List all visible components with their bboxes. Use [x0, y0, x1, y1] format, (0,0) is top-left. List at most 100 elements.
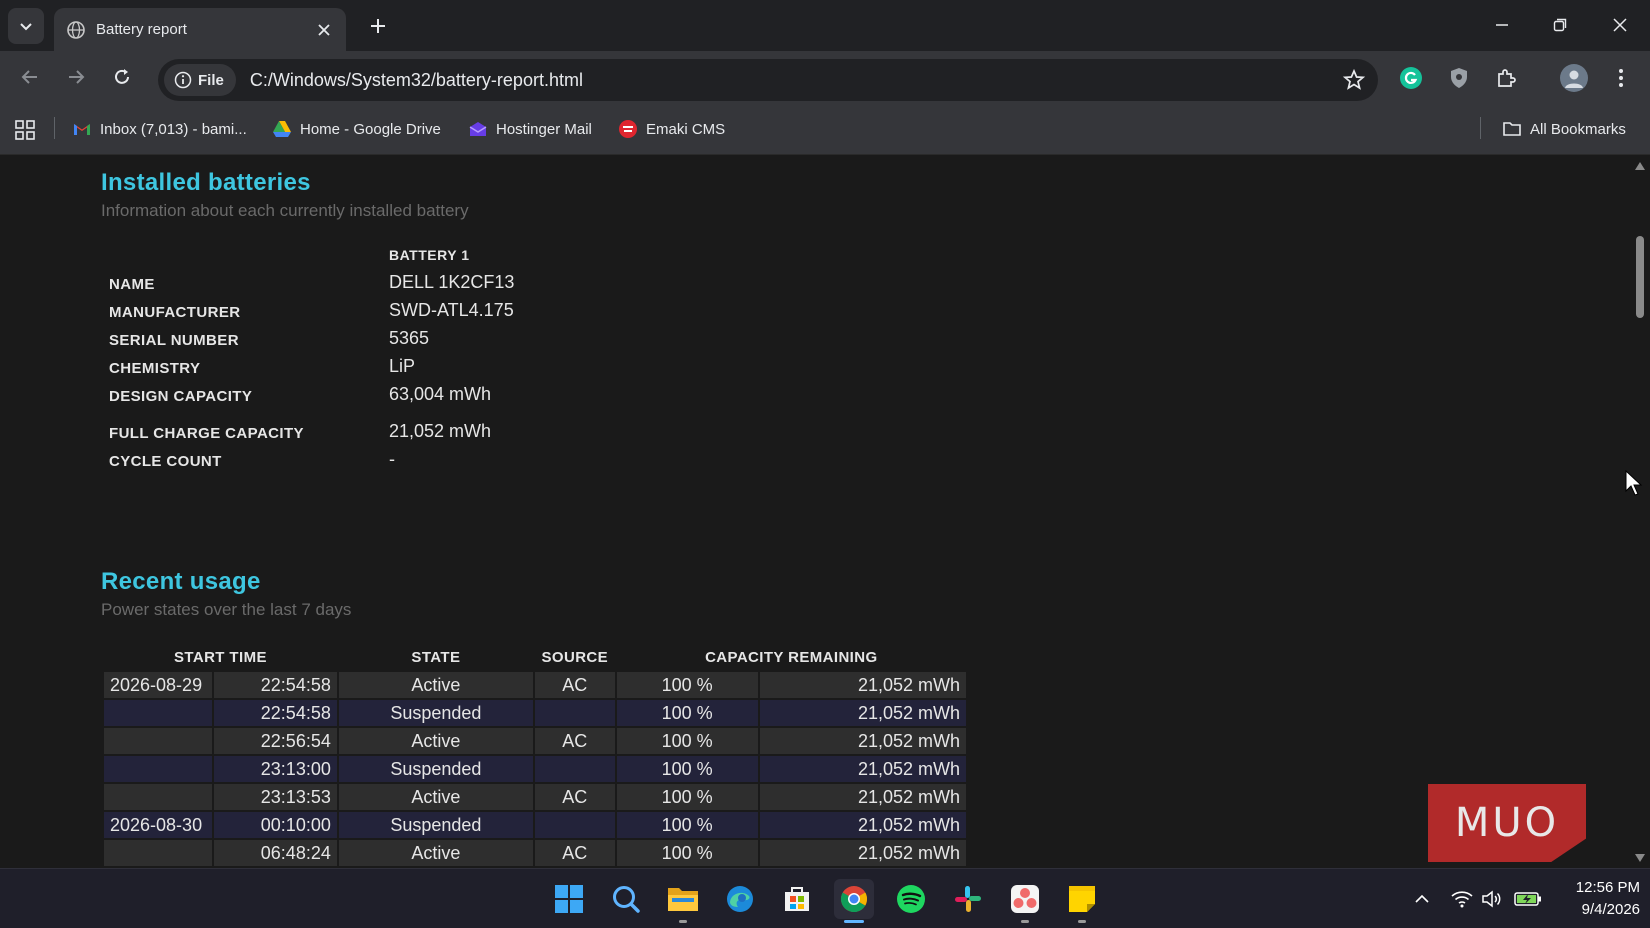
- recent-usage-table: START TIME STATE SOURCE CAPACITY REMAINI…: [102, 642, 968, 868]
- bookmark-emaki-cms[interactable]: Emaki CMS: [618, 117, 725, 141]
- puzzle-icon: [1498, 69, 1516, 87]
- cell-state: Active: [338, 840, 533, 866]
- show-hidden-icons-button[interactable]: [1410, 887, 1434, 911]
- address-bar[interactable]: File C:/Windows/System32/battery-report.…: [158, 59, 1378, 101]
- apps-grid-icon[interactable]: [14, 119, 36, 141]
- kebab-menu-icon: [1619, 69, 1623, 87]
- cell-date: 2026-08-30: [104, 812, 213, 838]
- cell-date: [104, 756, 213, 782]
- cell-date: [104, 700, 213, 726]
- taskbar-slack[interactable]: [948, 879, 988, 919]
- reload-button[interactable]: [106, 61, 138, 93]
- url-text[interactable]: C:/Windows/System32/battery-report.html: [250, 70, 583, 91]
- gmail-icon: [74, 124, 90, 135]
- cell-percent: 100 %: [616, 812, 758, 838]
- browser-toolbar: File C:/Windows/System32/battery-report.…: [0, 51, 1650, 103]
- site-info-chip[interactable]: File: [164, 64, 236, 96]
- chevron-up-icon: [1415, 894, 1429, 903]
- cell-time: 23:13:00: [214, 756, 337, 782]
- battery-field-value: LiP: [389, 356, 416, 376]
- all-bookmarks-label: All Bookmarks: [1530, 120, 1626, 138]
- taskbar-asana[interactable]: [1005, 879, 1045, 923]
- taskbar-edge[interactable]: [720, 879, 760, 919]
- taskbar-file-explorer[interactable]: [663, 879, 703, 923]
- cell-time: 22:54:58: [214, 700, 337, 726]
- battery-row-serial: SERIAL NUMBER 5365: [109, 328, 709, 352]
- battery-row-full-charge-capacity: FULL CHARGE CAPACITY 21,052 mWh: [109, 421, 709, 445]
- tab-title: Battery report: [96, 21, 187, 38]
- watermark-text: MUO: [1454, 800, 1560, 846]
- minimize-button[interactable]: [1480, 8, 1524, 42]
- scrollbar-thumb[interactable]: [1636, 236, 1644, 318]
- cell-state: Suspended: [338, 812, 533, 838]
- cell-source: [534, 812, 615, 838]
- new-tab-button[interactable]: [364, 12, 392, 40]
- scroll-down-arrow[interactable]: [1634, 852, 1646, 864]
- recent-usage-subtitle: Power states over the last 7 days: [101, 600, 352, 619]
- arrow-right-icon: [69, 70, 85, 84]
- battery-column-header: BATTERY 1: [389, 247, 470, 263]
- battery-field-label: MANUFACTURER: [109, 304, 241, 321]
- taskbar-microsoft-store[interactable]: [777, 879, 817, 919]
- profile-avatar[interactable]: [1560, 64, 1588, 92]
- scroll-up-arrow[interactable]: [1634, 160, 1646, 172]
- cell-mwh: 21,052 mWh: [759, 840, 966, 866]
- extensions-button[interactable]: [1493, 65, 1519, 91]
- bookmarks-divider: [1480, 117, 1481, 139]
- table-row: 23:13:00 Suspended 100 % 21,052 mWh: [104, 756, 966, 782]
- cell-state: Active: [338, 728, 533, 754]
- battery-row-chemistry: CHEMISTRY LiP: [109, 356, 709, 380]
- sticky-notes-icon: [1069, 886, 1095, 912]
- wifi-icon: [1451, 891, 1473, 908]
- tab-search-button[interactable]: [8, 8, 44, 44]
- running-indicator: [679, 920, 687, 923]
- bookmark-label: Emaki CMS: [646, 120, 726, 138]
- close-icon: [1613, 18, 1627, 32]
- bookmark-hostinger-mail[interactable]: Hostinger Mail: [468, 117, 592, 141]
- active-indicator: [844, 920, 864, 923]
- back-button[interactable]: [14, 61, 46, 93]
- taskbar-search-button[interactable]: [606, 879, 646, 919]
- cell-source: AC: [534, 728, 615, 754]
- battery-field-label: DESIGN CAPACITY: [109, 388, 253, 405]
- battery-status[interactable]: [1513, 887, 1543, 911]
- bookmark-star-icon[interactable]: [1342, 68, 1366, 92]
- grammarly-icon: [1400, 67, 1422, 89]
- volume-control[interactable]: [1480, 887, 1504, 911]
- browser-menu-button[interactable]: [1608, 65, 1634, 91]
- all-bookmarks-button[interactable]: All Bookmarks: [1502, 117, 1626, 141]
- taskbar-spotify[interactable]: [891, 879, 931, 919]
- clock-time: 12:56 PM: [1575, 879, 1640, 896]
- cell-state: Suspended: [338, 756, 533, 782]
- taskbar-chrome[interactable]: [834, 879, 874, 923]
- restore-button[interactable]: [1538, 8, 1582, 42]
- battery-field-label: SERIAL NUMBER: [109, 332, 239, 349]
- globe-icon: [67, 20, 85, 39]
- start-button[interactable]: [549, 879, 589, 919]
- bookmark-google-drive[interactable]: Home - Google Drive: [272, 117, 441, 141]
- page-scrollbar[interactable]: [1630, 156, 1650, 868]
- forward-button[interactable]: [60, 61, 92, 93]
- close-tab-button[interactable]: [312, 18, 336, 42]
- cell-percent: 100 %: [616, 756, 758, 782]
- cell-time: 22:54:58: [214, 672, 337, 698]
- arrow-left-icon: [21, 70, 37, 84]
- cell-mwh: 21,052 mWh: [759, 756, 966, 782]
- shield-extension[interactable]: [1446, 65, 1472, 91]
- bookmark-inbox[interactable]: Inbox (7,013) - bami...: [72, 117, 247, 141]
- cell-mwh: 21,052 mWh: [759, 672, 966, 698]
- spotify-icon: [897, 885, 925, 913]
- battery-field-value: 21,052 mWh: [389, 421, 492, 441]
- taskbar-sticky-notes[interactable]: [1062, 879, 1102, 923]
- bookmarks-divider: [54, 117, 55, 139]
- network-status[interactable]: [1450, 887, 1474, 911]
- triangle-down-icon: [1635, 854, 1645, 862]
- tab-battery-report[interactable]: Battery report: [54, 8, 346, 51]
- chevron-down-icon: [20, 23, 32, 31]
- slack-icon: [955, 886, 981, 912]
- system-clock[interactable]: 12:56 PM 9/4/2026: [1548, 877, 1640, 921]
- close-window-button[interactable]: [1598, 8, 1642, 42]
- folder-icon: [1503, 122, 1521, 136]
- table-row: 23:13:53 Active AC 100 % 21,052 mWh: [104, 784, 966, 810]
- grammarly-extension[interactable]: [1398, 65, 1424, 91]
